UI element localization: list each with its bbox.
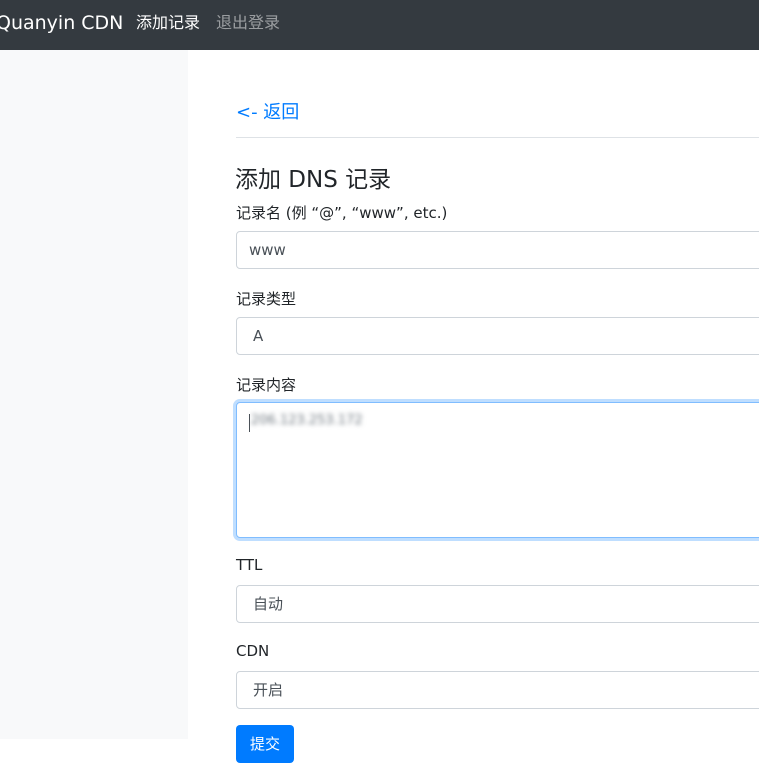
top-navbar: Quanyin CDN 添加记录 退出登录 xyxy=(0,0,759,50)
nav-logout[interactable]: 退出登录 xyxy=(216,0,280,50)
sidebar xyxy=(0,50,188,739)
cdn-label: CDN xyxy=(236,642,270,660)
record-content-label: 记录内容 xyxy=(236,376,297,394)
ttl-select[interactable]: 自动 xyxy=(236,585,759,623)
submit-button[interactable]: 提交 xyxy=(236,725,294,763)
nav-add-record[interactable]: 添加记录 xyxy=(136,0,200,50)
text-caret xyxy=(249,414,250,432)
brand-logo-text[interactable]: Quanyin CDN xyxy=(0,0,123,50)
divider xyxy=(236,137,759,138)
record-name-label: 记录名 (例 “@”, “www”, etc.) xyxy=(236,204,448,222)
ttl-label: TTL xyxy=(236,556,263,574)
cdn-select[interactable]: 开启 xyxy=(236,671,759,709)
record-content-textarea[interactable]: 206.123.253.172 xyxy=(236,402,759,538)
record-type-select[interactable]: A xyxy=(236,317,759,355)
back-link[interactable]: <- 返回 xyxy=(236,98,299,124)
record-content-value: 206.123.253.172 xyxy=(251,413,363,428)
record-type-label: 记录类型 xyxy=(236,290,297,308)
record-name-input[interactable]: www xyxy=(236,231,759,269)
page-title: 添加 DNS 记录 xyxy=(235,167,392,193)
